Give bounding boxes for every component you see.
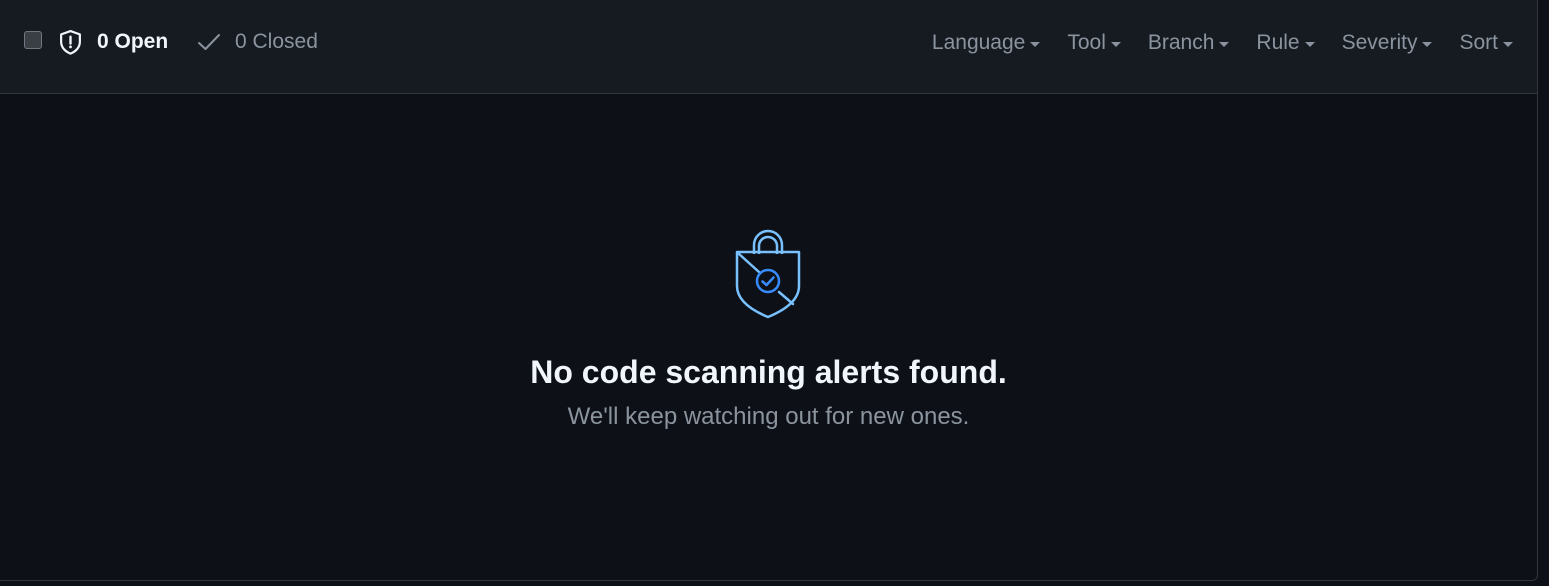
tab-open-label: 0 Open: [97, 30, 169, 53]
empty-state: No code scanning alerts found. We'll kee…: [0, 95, 1537, 580]
shield-check-icon: [735, 226, 801, 319]
sort-dropdown[interactable]: Sort: [1459, 31, 1513, 55]
chevron-down-icon: [1422, 42, 1433, 47]
filter-tool-dropdown[interactable]: Tool: [1067, 31, 1121, 55]
select-all-checkbox[interactable]: [24, 31, 42, 49]
tab-open-alerts[interactable]: 0 Open: [58, 27, 168, 57]
filter-tool-label: Tool: [1067, 31, 1106, 54]
filter-language-dropdown[interactable]: Language: [931, 31, 1041, 55]
filter-bar: Language Tool Branch Rule Severity Sort: [905, 28, 1513, 58]
chevron-down-icon: [1219, 42, 1230, 47]
empty-state-subtitle: We'll keep watching out for new ones.: [567, 403, 970, 430]
filter-language-label: Language: [931, 31, 1026, 54]
alerts-list-header: 0 Open 0 Closed Language Tool Branch Rul…: [0, 0, 1537, 94]
chevron-down-icon: [1503, 42, 1513, 47]
code-scanning-alerts-panel: 0 Open 0 Closed Language Tool Branch Rul…: [0, 0, 1538, 581]
filter-branch-label: Branch: [1147, 31, 1215, 54]
chevron-down-icon: [1030, 42, 1041, 47]
shield-alert-icon: [58, 29, 83, 56]
empty-state-title: No code scanning alerts found.: [530, 354, 1007, 390]
check-icon: [197, 32, 221, 52]
tab-closed-label: 0 Closed: [235, 30, 318, 53]
filter-rule-dropdown[interactable]: Rule: [1256, 31, 1315, 55]
filter-severity-dropdown[interactable]: Severity: [1342, 31, 1433, 55]
filter-rule-label: Rule: [1256, 31, 1300, 54]
filter-branch-dropdown[interactable]: Branch: [1148, 31, 1230, 55]
tab-closed-alerts[interactable]: 0 Closed: [197, 27, 318, 57]
sort-label: Sort: [1459, 31, 1498, 54]
chevron-down-icon: [1304, 42, 1315, 47]
filter-severity-label: Severity: [1341, 31, 1418, 54]
chevron-down-icon: [1110, 42, 1121, 47]
